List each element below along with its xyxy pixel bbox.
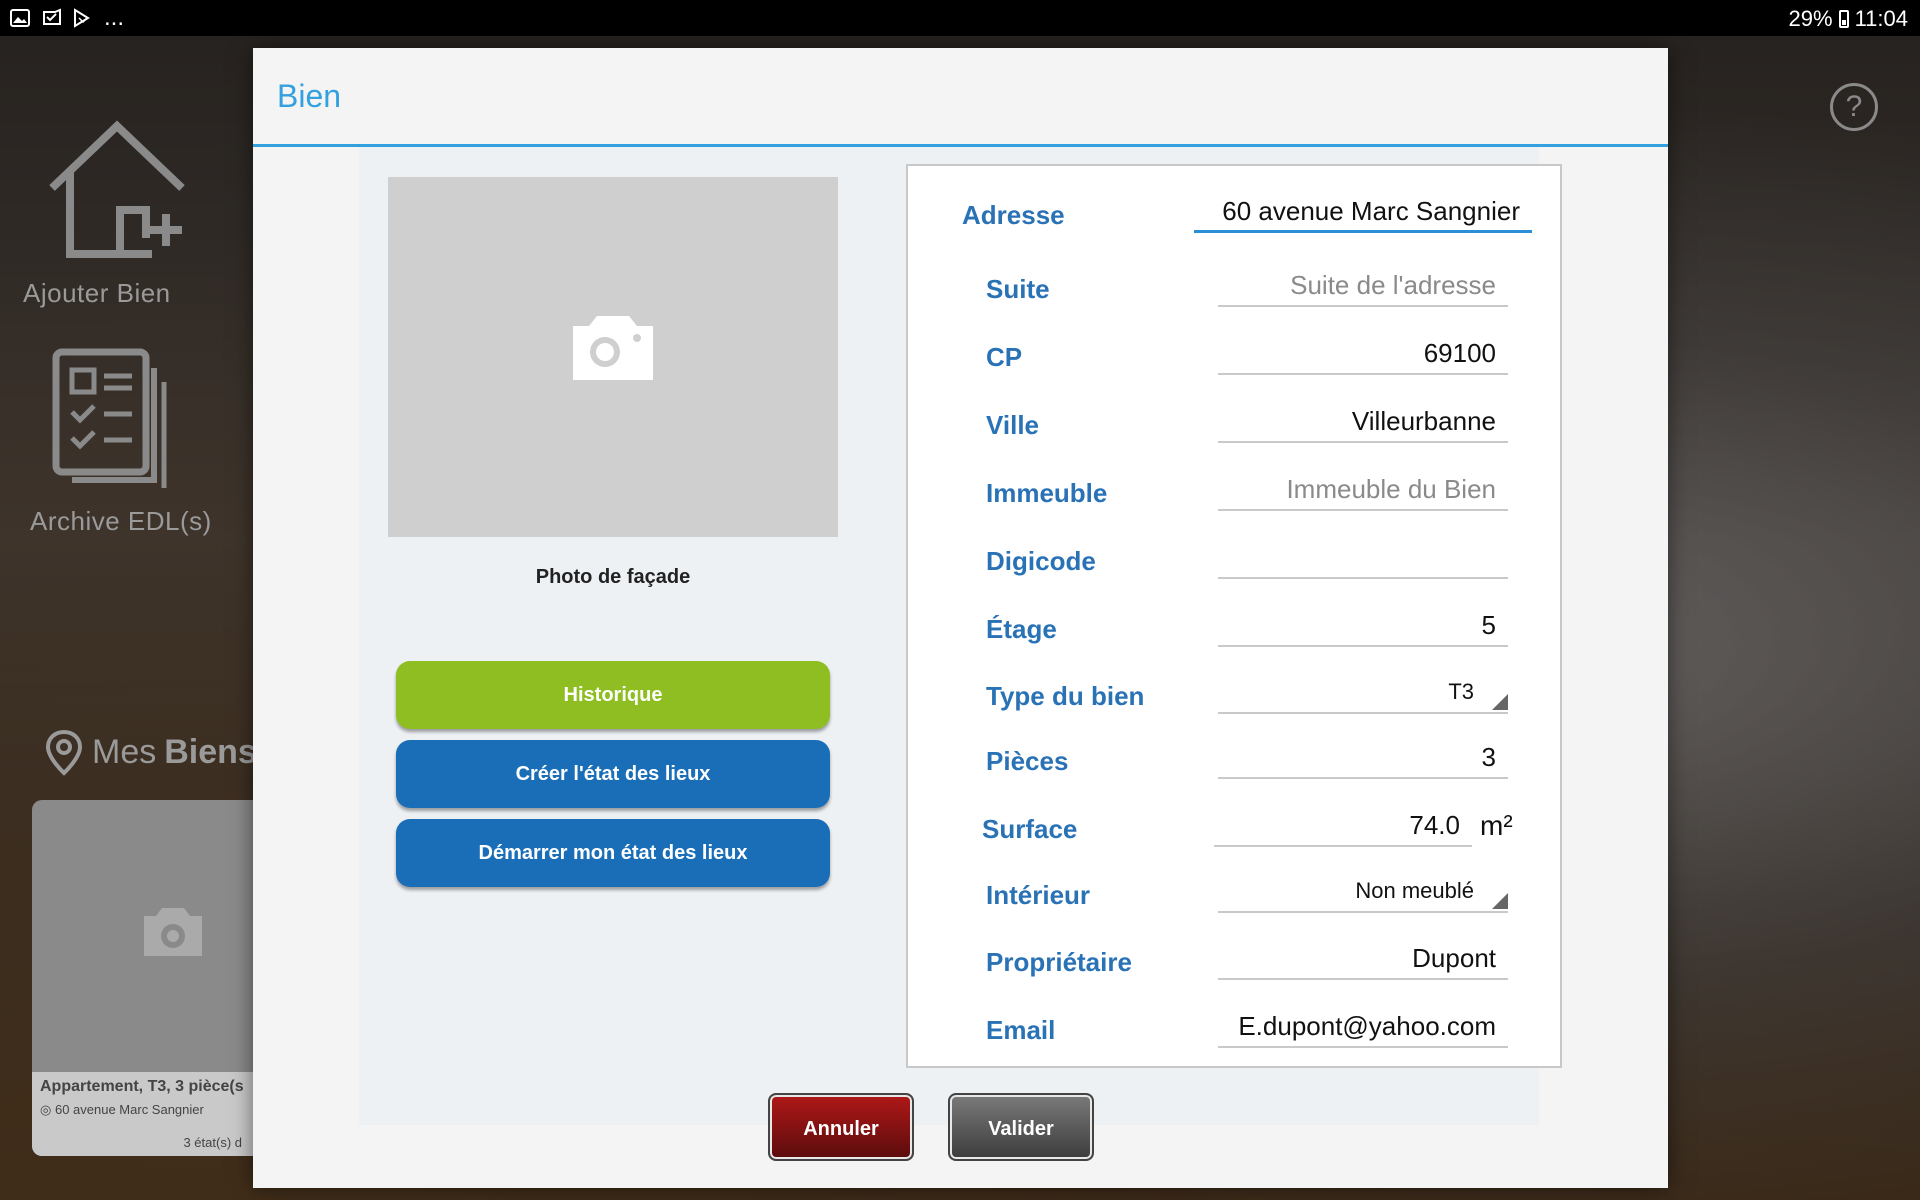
create-inventory-button[interactable]: Créer l'état des lieux xyxy=(396,740,830,808)
city-label: Ville xyxy=(986,410,1040,440)
property-dialog: Bien Photo de façade Historique Créer l'… xyxy=(253,48,1668,1188)
dropdown-triangle-icon xyxy=(1492,694,1508,710)
owner-label: Propriétaire xyxy=(986,947,1132,977)
status-right: 29% 11:04 xyxy=(1789,6,1908,32)
property-card-count: 3 état(s) d xyxy=(183,1135,242,1150)
validate-button[interactable]: Valider xyxy=(948,1093,1094,1161)
location-pin-icon xyxy=(45,729,83,776)
email-input[interactable]: E.dupont@yahoo.com xyxy=(1218,1008,1508,1048)
checklist-icon xyxy=(52,348,167,488)
property-card-title: Appartement, T3, 3 pièce(s xyxy=(40,1078,244,1095)
facade-photo-label: Photo de façade xyxy=(535,566,691,588)
add-property-item[interactable]: Ajouter Bien xyxy=(20,118,220,318)
overflow-dots: ... xyxy=(104,4,125,31)
cancel-button[interactable]: Annuler xyxy=(768,1093,914,1161)
email-label: Email xyxy=(986,1015,1056,1045)
camera-icon xyxy=(144,908,202,956)
postcode-input[interactable]: 69100 xyxy=(1218,335,1508,375)
start-inventory-button[interactable]: Démarrer mon état des lieux xyxy=(396,819,830,887)
check-download-icon xyxy=(43,8,61,25)
battery-icon xyxy=(1838,10,1849,28)
surface-unit: m² xyxy=(1480,810,1513,841)
property-type-value: T3 xyxy=(1448,679,1474,704)
property-type-label: Type du bien xyxy=(986,681,1145,711)
postcode-label: CP xyxy=(986,342,1023,372)
suite-label: Suite xyxy=(986,274,1050,304)
status-bar: ... 29% 11:04 xyxy=(0,0,1920,36)
rooms-input[interactable]: 3 xyxy=(1218,739,1508,779)
facade-photo[interactable] xyxy=(388,177,838,537)
address-label: Adresse xyxy=(962,200,1065,230)
digicode-input[interactable] xyxy=(1218,539,1508,579)
clock: 11:04 xyxy=(1854,6,1908,31)
interior-value: Non meublé xyxy=(1355,878,1474,903)
history-button[interactable]: Historique xyxy=(396,661,830,729)
camera-icon xyxy=(573,316,653,380)
help-icon[interactable]: ? xyxy=(1830,83,1878,131)
interior-select[interactable]: Non meublé xyxy=(1218,873,1508,913)
owner-input[interactable]: Dupont xyxy=(1218,940,1508,980)
image-icon xyxy=(10,9,30,27)
my-properties-bold: Biens xyxy=(164,732,257,771)
suite-input[interactable]: Suite de l'adresse xyxy=(1218,267,1508,307)
floor-input[interactable]: 5 xyxy=(1218,607,1508,647)
battery-percent: 29% xyxy=(1788,6,1833,31)
building-input[interactable]: Immeuble du Bien xyxy=(1218,471,1508,511)
dialog-header: Bien xyxy=(253,48,1668,147)
surface-input[interactable]: 74.0 xyxy=(1214,807,1472,847)
dialog-title: Bien xyxy=(277,78,342,114)
my-properties-title: Mes Biens xyxy=(44,728,257,776)
floor-label: Étage xyxy=(986,614,1057,644)
property-card-footer: Appartement, T3, 3 pièce(s ◎ 60 avenue M… xyxy=(32,1072,272,1156)
digicode-label: Digicode xyxy=(986,546,1096,576)
archive-label: Archive EDL(s) xyxy=(30,506,212,536)
property-form: Adresse 60 avenue Marc Sangnier Suite Su… xyxy=(906,164,1562,1068)
dialog-body: Photo de façade Historique Créer l'état … xyxy=(359,147,1562,1125)
surface-label: Surface xyxy=(982,814,1078,844)
property-card-address-text: 60 avenue Marc Sangnier xyxy=(54,1102,204,1117)
add-property-label: Ajouter Bien xyxy=(23,278,171,308)
building-label: Immeuble xyxy=(986,478,1108,508)
play-store-icon xyxy=(74,8,90,28)
property-card-address: ◎ 60 avenue Marc Sangnier xyxy=(40,1102,204,1117)
city-input[interactable]: Villeurbanne xyxy=(1218,403,1508,443)
archive-item[interactable]: Archive EDL(s) xyxy=(20,348,220,548)
address-input[interactable]: 60 avenue Marc Sangnier xyxy=(1194,193,1532,233)
house-add-icon xyxy=(49,120,185,258)
property-type-select[interactable]: T3 xyxy=(1218,674,1508,714)
rooms-label: Pièces xyxy=(986,746,1069,776)
my-properties-light: Mes xyxy=(92,732,157,771)
interior-label: Intérieur xyxy=(986,880,1091,910)
property-card[interactable]: Appartement, T3, 3 pièce(s ◎ 60 avenue M… xyxy=(32,800,272,1156)
dropdown-triangle-icon xyxy=(1492,893,1508,909)
